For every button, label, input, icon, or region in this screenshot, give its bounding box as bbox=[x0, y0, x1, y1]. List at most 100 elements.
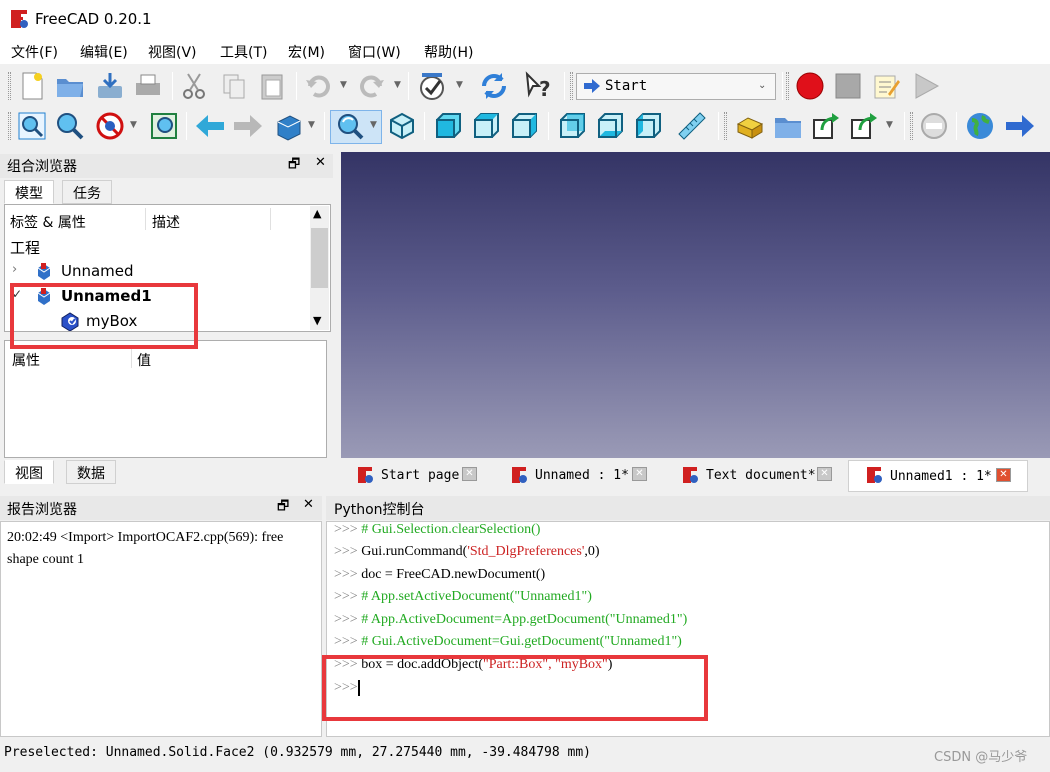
isometric-icon[interactable] bbox=[334, 110, 366, 142]
recompute-icon[interactable] bbox=[478, 70, 510, 102]
menu-bar: 文件(F) 编辑(E) 视图(V) 工具(T) 宏(M) 窗口(W) 帮助(H) bbox=[0, 38, 1050, 64]
tab-unnamed[interactable]: Unnamed : 1* bbox=[535, 462, 629, 490]
edit-macro-icon[interactable] bbox=[870, 70, 902, 102]
isometric-dropdown-icon[interactable]: ▼ bbox=[370, 120, 377, 130]
refresh-check-icon[interactable] bbox=[416, 70, 448, 102]
link-actions-dropdown-icon[interactable]: ▼ bbox=[886, 120, 893, 130]
redo-dropdown-icon[interactable]: ▼ bbox=[394, 80, 401, 90]
freecad-logo-icon bbox=[358, 467, 373, 483]
tab-view[interactable]: 视图 bbox=[4, 460, 54, 484]
tab-text-document[interactable]: Text document* bbox=[706, 462, 816, 490]
redo-icon[interactable] bbox=[356, 70, 388, 102]
fit-selection-icon[interactable] bbox=[54, 110, 86, 142]
refresh-dropdown-icon[interactable]: ▼ bbox=[456, 80, 463, 90]
window-title: FreeCAD 0.20.1 bbox=[35, 10, 152, 28]
draw-style-dropdown-icon[interactable]: ▼ bbox=[130, 120, 137, 130]
view-isometric-cube-icon[interactable] bbox=[386, 110, 418, 142]
measure-distance-icon[interactable] bbox=[676, 110, 708, 142]
combo-view-header: 组合浏览器 🗗 ✕ bbox=[0, 154, 333, 178]
property-header-name[interactable]: 属性 bbox=[12, 350, 40, 370]
combo-view-title: 组合浏览器 bbox=[7, 159, 77, 175]
tab-start-page[interactable]: Start page bbox=[381, 462, 459, 490]
fit-all-icon[interactable] bbox=[16, 110, 48, 142]
copy-icon[interactable] bbox=[218, 70, 250, 102]
tree-item-unnamed[interactable]: Unnamed bbox=[61, 262, 134, 280]
report-view-title: 报告浏览器 bbox=[7, 502, 77, 518]
close-icon[interactable]: ✕ bbox=[315, 155, 326, 170]
link-actions-icon[interactable] bbox=[848, 110, 880, 142]
draw-style-icon[interactable] bbox=[94, 110, 126, 142]
whats-this-icon[interactable]: ? bbox=[522, 70, 554, 102]
create-group-icon[interactable] bbox=[772, 110, 804, 142]
status-text: Preselected: Unnamed.Solid.Face2 (0.9325… bbox=[4, 745, 591, 760]
tab-model[interactable]: 模型 bbox=[4, 180, 54, 204]
globe-icon[interactable] bbox=[964, 110, 996, 142]
close-icon[interactable]: ✕ bbox=[817, 467, 832, 481]
tree-scrollbar-thumb[interactable] bbox=[311, 228, 328, 288]
menu-edit[interactable]: 编辑(E) bbox=[80, 42, 128, 62]
create-part-icon[interactable] bbox=[734, 110, 766, 142]
3d-viewport[interactable] bbox=[341, 152, 1050, 458]
svg-text:?: ? bbox=[539, 77, 551, 101]
property-header-value[interactable]: 值 bbox=[137, 350, 151, 370]
view-toolbar: ▼ ▼ ▼ ▼ bbox=[0, 106, 1050, 146]
forward-arrow-icon[interactable] bbox=[232, 110, 264, 142]
console-line: >>> # Gui.ActiveDocument=Gui.getDocument… bbox=[334, 634, 682, 649]
menu-help[interactable]: 帮助(H) bbox=[424, 42, 473, 62]
view-top-icon[interactable] bbox=[470, 110, 502, 142]
next-arrow-icon[interactable] bbox=[1004, 110, 1036, 142]
bounding-box-icon[interactable] bbox=[148, 110, 180, 142]
tab-unnamed1[interactable]: Unnamed1 : 1* bbox=[890, 463, 992, 491]
close-icon[interactable]: ✕ bbox=[996, 468, 1011, 482]
freecad-logo-icon bbox=[512, 467, 527, 483]
view-rear-icon[interactable] bbox=[556, 110, 588, 142]
start-arrow-icon bbox=[584, 79, 600, 93]
menu-macro[interactable]: 宏(M) bbox=[288, 42, 325, 62]
view-left-icon[interactable] bbox=[632, 110, 664, 142]
report-view-header: 报告浏览器 🗗 ✕ bbox=[0, 496, 322, 520]
view-bottom-icon[interactable] bbox=[594, 110, 626, 142]
save-icon[interactable] bbox=[94, 70, 126, 102]
tree-header-label[interactable]: 标签 & 属性 bbox=[10, 212, 86, 232]
console-line: >>> # Gui.Selection.clearSelection() bbox=[334, 522, 541, 537]
record-macro-icon[interactable] bbox=[794, 70, 826, 102]
print-icon[interactable] bbox=[132, 70, 164, 102]
run-macro-icon[interactable] bbox=[910, 70, 942, 102]
menu-view[interactable]: 视图(V) bbox=[148, 42, 197, 62]
new-file-icon[interactable] bbox=[16, 70, 48, 102]
console-line: >>> Gui.runCommand('Std_DlgPreferences',… bbox=[334, 544, 600, 559]
close-icon[interactable]: ✕ bbox=[303, 497, 314, 512]
open-folder-icon[interactable] bbox=[54, 70, 86, 102]
menu-window[interactable]: 窗口(W) bbox=[348, 42, 401, 62]
tree-root-label: 工程 bbox=[10, 239, 41, 257]
create-link-icon[interactable] bbox=[810, 110, 842, 142]
expand-arrow-icon[interactable]: › bbox=[12, 262, 17, 277]
paste-icon[interactable] bbox=[256, 70, 288, 102]
freecad-logo-icon bbox=[683, 467, 698, 483]
menu-file[interactable]: 文件(F) bbox=[11, 42, 58, 62]
view-right-icon[interactable] bbox=[508, 110, 540, 142]
view-front-icon[interactable] bbox=[432, 110, 464, 142]
undock-icon[interactable]: 🗗 bbox=[288, 155, 300, 177]
console-line: >>> doc = FreeCAD.newDocument() bbox=[334, 567, 546, 582]
std-views-icon[interactable] bbox=[272, 110, 304, 142]
close-icon[interactable]: ✕ bbox=[632, 467, 647, 481]
undock-icon[interactable]: 🗗 bbox=[277, 497, 289, 519]
close-icon[interactable]: ✕ bbox=[462, 467, 477, 481]
undo-icon[interactable] bbox=[302, 70, 334, 102]
std-views-dropdown-icon[interactable]: ▼ bbox=[308, 120, 315, 130]
scroll-up-icon[interactable]: ▲ bbox=[313, 207, 321, 220]
python-console-title: Python控制台 bbox=[334, 502, 425, 518]
tree-header-description[interactable]: 描述 bbox=[152, 212, 180, 232]
scroll-down-icon[interactable]: ▼ bbox=[313, 314, 321, 327]
back-arrow-icon[interactable] bbox=[194, 110, 226, 142]
chevron-down-icon[interactable]: ⌄ bbox=[758, 80, 766, 91]
undo-dropdown-icon[interactable]: ▼ bbox=[340, 80, 347, 90]
tab-tasks[interactable]: 任务 bbox=[62, 180, 112, 204]
menu-tools[interactable]: 工具(T) bbox=[220, 42, 267, 62]
stop-macro-icon[interactable] bbox=[832, 70, 864, 102]
watermark: CSDN @马少爷 bbox=[934, 750, 1028, 765]
cut-icon[interactable] bbox=[178, 70, 210, 102]
tab-data[interactable]: 数据 bbox=[66, 460, 116, 484]
web-stop-icon[interactable] bbox=[918, 110, 950, 142]
